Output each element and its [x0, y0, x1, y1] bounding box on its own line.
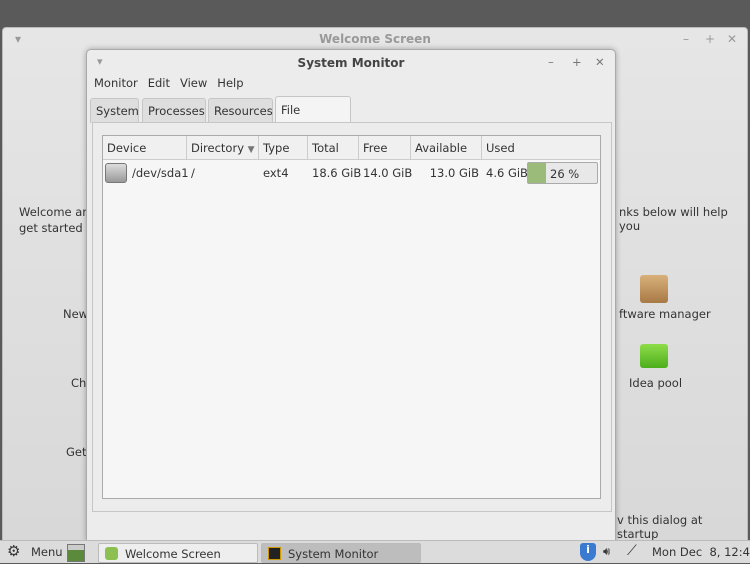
hard-disk-icon: [105, 163, 127, 183]
cell-total: 18.6 GiB: [312, 166, 362, 180]
gear-icon[interactable]: ⚙: [7, 542, 20, 560]
close-button[interactable]: ✕: [595, 55, 605, 69]
system-monitor-icon: [268, 547, 281, 560]
window-title: System Monitor: [297, 56, 405, 70]
link-new[interactable]: New: [63, 307, 88, 321]
taskbar-item-label: System Monitor: [288, 547, 379, 561]
cell-directory: /: [191, 166, 195, 180]
link-ch[interactable]: Ch: [71, 376, 86, 390]
column-device[interactable]: Device: [103, 136, 187, 160]
tab-system[interactable]: System: [90, 98, 139, 123]
column-available[interactable]: Available: [411, 136, 482, 160]
cell-device: /dev/sda1: [132, 166, 189, 180]
idea-pool-icon[interactable]: [640, 344, 668, 368]
intro-text-2: get started w: [19, 221, 96, 235]
clock[interactable]: Mon Dec 8, 12:43: [652, 545, 750, 559]
menu-monitor[interactable]: Monitor: [94, 76, 138, 90]
column-directory[interactable]: Directory ▼: [187, 136, 259, 160]
idea-pool-link[interactable]: Idea pool: [629, 376, 682, 390]
menu-help[interactable]: Help: [217, 76, 243, 90]
usage-percent: 26 %: [550, 167, 580, 181]
cell-type: ext4: [263, 166, 289, 180]
volume-icon[interactable]: 🔊︎: [603, 544, 610, 559]
sort-descending-icon: ▼: [247, 145, 255, 155]
column-used[interactable]: Used: [482, 136, 600, 160]
software-manager-link[interactable]: ftware manager: [619, 307, 711, 321]
maximize-button[interactable]: +: [572, 55, 582, 69]
minimize-button[interactable]: –: [683, 32, 689, 46]
column-free[interactable]: Free: [359, 136, 411, 160]
taskbar-item-label: Welcome Screen: [125, 547, 221, 561]
update-shield-icon[interactable]: i: [580, 543, 596, 561]
menu-view[interactable]: View: [180, 76, 207, 90]
close-button[interactable]: ✕: [727, 32, 737, 46]
tab-file-systems[interactable]: File Systems: [275, 96, 351, 143]
tab-processes[interactable]: Processes: [142, 98, 206, 123]
software-manager-icon[interactable]: [640, 275, 668, 303]
menu-edit[interactable]: Edit: [148, 76, 170, 90]
menu-button[interactable]: Menu: [31, 545, 63, 559]
system-monitor-window: ▾ System Monitor – + ✕ Monitor Edit View…: [86, 49, 616, 541]
column-type[interactable]: Type: [259, 136, 308, 160]
maximize-button[interactable]: +: [705, 32, 715, 46]
taskbar-welcome-screen[interactable]: Welcome Screen: [98, 543, 258, 563]
startup-checkbox-label[interactable]: v this dialog at startup: [617, 513, 747, 541]
menu-bar: Monitor Edit View Help: [94, 76, 244, 90]
usage-bar-fill: [528, 163, 546, 183]
column-directory-label: Directory: [191, 141, 245, 155]
network-icon[interactable]: ⟋: [627, 543, 637, 559]
link-get[interactable]: Get: [66, 445, 87, 459]
cell-available: 13.0 GiB: [429, 166, 479, 180]
taskbar-system-monitor[interactable]: System Monitor: [261, 543, 421, 563]
mint-icon: [105, 547, 118, 560]
usage-bar: 26 %: [527, 162, 598, 184]
intro-text-right: nks below will help you: [619, 205, 728, 233]
cell-used: 4.6 GiB: [486, 166, 528, 180]
cell-free: 14.0 GiB: [363, 166, 413, 180]
tab-resources[interactable]: Resources: [208, 98, 273, 123]
window-title: Welcome Screen: [319, 32, 431, 46]
filesystems-table: Device Directory ▼ Type Total Free Avail…: [102, 135, 601, 499]
show-desktop-icon[interactable]: [67, 544, 85, 562]
column-total[interactable]: Total: [308, 136, 359, 160]
minimize-button[interactable]: –: [548, 55, 554, 69]
taskbar: ⚙ Menu Welcome Screen System Monitor i 🔊…: [0, 540, 750, 563]
